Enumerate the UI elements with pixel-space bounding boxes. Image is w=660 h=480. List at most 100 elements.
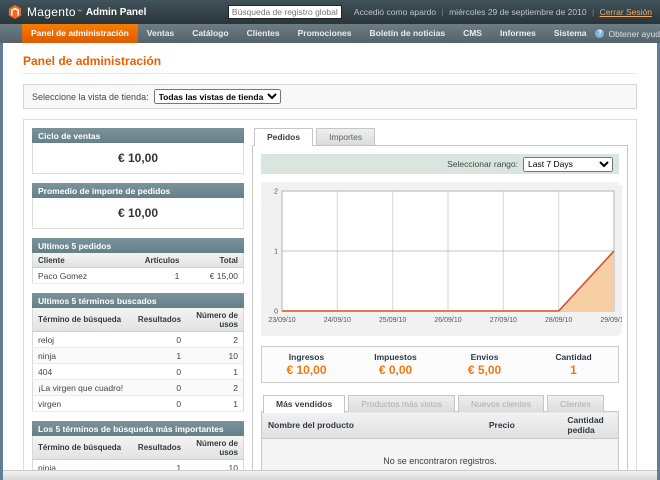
total-label: Ingresos [262, 352, 351, 362]
tab-diagram-0[interactable]: Pedidos [254, 128, 313, 146]
nav-item-1[interactable]: Ventas [138, 24, 183, 43]
nav-item-0[interactable]: Panel de administración [22, 24, 138, 43]
nav-item-6[interactable]: CMS [454, 24, 491, 43]
table-cell: 0 [133, 396, 186, 412]
help-icon: ? [595, 29, 604, 38]
help-link[interactable]: ? Obtener ayuda para esta página [595, 24, 660, 43]
widget-last-orders: Ultimos 5 pedidos ClienteArtículosTotalP… [32, 238, 244, 284]
table-cell: ninja [33, 348, 133, 364]
total-1: Impuestos€ 0,00 [351, 352, 440, 377]
logout-link[interactable]: Cerrar Sesión [600, 7, 652, 17]
column-header: Artículos [138, 253, 184, 268]
products-table: Nombre del productoPrecioCantidad pedida… [261, 411, 619, 470]
table-row[interactable]: ninja110 [33, 460, 244, 471]
table-cell: 0 [133, 332, 186, 348]
total-value: € 10,00 [262, 363, 351, 377]
page-title: Panel de administración [23, 54, 637, 68]
title-row: Panel de administración [23, 43, 637, 74]
table-cell: virgen [33, 396, 133, 412]
column-header: Total [184, 253, 243, 268]
table-cell: Paco Gomez [33, 268, 139, 284]
svg-text:27/09/10: 27/09/10 [490, 317, 517, 324]
table-row[interactable]: 40401 [33, 364, 244, 380]
total-value: 1 [529, 363, 618, 377]
nav-item-2[interactable]: Catálogo [183, 24, 237, 43]
logged-in-text: Accedió como apardo [354, 7, 436, 17]
total-2: Envios€ 5,00 [440, 352, 529, 377]
table-cell: 1 [138, 268, 184, 284]
range-bar: Seleccionar rango: Last 7 Days [261, 154, 619, 174]
svg-text:24/09/10: 24/09/10 [324, 317, 351, 324]
nav-item-8[interactable]: Sistema [545, 24, 596, 43]
total-value: € 5,00 [440, 363, 529, 377]
svg-text:1: 1 [274, 249, 278, 256]
orders-chart-svg: 01223/09/1024/09/1025/09/1026/09/1027/09… [264, 185, 622, 333]
widget-title: Ultimos 5 términos buscados [32, 293, 244, 308]
empty-message: No se encontraron registros. [262, 439, 619, 471]
svg-text:0: 0 [274, 309, 278, 316]
diagram-tabs: PedidosImportes [252, 128, 628, 145]
page-footer [3, 470, 657, 480]
nav-item-3[interactable]: Clientes [238, 24, 289, 43]
widget-title: Ultimos 5 pedidos [32, 238, 244, 253]
logo-text: Magento [27, 5, 76, 19]
logo-subtitle: Admin Panel [86, 7, 147, 18]
diagram-panel: Seleccionar rango: Last 7 Days 01223/09/… [252, 145, 628, 470]
total-label: Impuestos [351, 352, 440, 362]
separator: | [442, 7, 444, 17]
table-cell: 2 [186, 380, 243, 396]
nav-item-5[interactable]: Boletín de noticias [361, 24, 455, 43]
column-header: Cantidad pedida [561, 412, 618, 439]
table-row[interactable]: virgen01 [33, 396, 244, 412]
tab-grid-0[interactable]: Más vendidos [263, 395, 345, 413]
main-nav: Panel de administraciónVentasCatálogoCli… [0, 24, 660, 43]
table-cell: reloj [33, 332, 133, 348]
widget-title: Ciclo de ventas [32, 128, 244, 143]
tab-diagram-1[interactable]: Importes [316, 128, 375, 145]
nav-item-7[interactable]: Informes [491, 24, 545, 43]
svg-text:2: 2 [274, 189, 278, 196]
widget-average-orders: Promedio de importe de pedidos € 10,00 [32, 183, 244, 229]
range-label: Seleccionar rango: [447, 159, 518, 169]
widget-lifetime-sales: Ciclo de ventas € 10,00 [32, 128, 244, 174]
total-3: Cantidad1 [529, 352, 618, 377]
content-area: Panel de administración Seleccione la vi… [3, 43, 657, 470]
user-info: Accedió como apardo | miércoles 29 de se… [354, 7, 652, 17]
global-search-input[interactable] [228, 5, 342, 19]
table-row[interactable]: Paco Gomez1€ 15,00 [33, 268, 244, 284]
column-header: Término de búsqueda [33, 308, 133, 332]
totals-bar: Ingresos€ 10,00Impuestos€ 0,00Envios€ 5,… [261, 346, 619, 383]
table-cell: 1 [133, 460, 186, 471]
tab-grid-3: Clientes [547, 395, 604, 412]
table-cell: 404 [33, 364, 133, 380]
store-view-select[interactable]: Todas las vistas de tienda [154, 89, 281, 104]
tab-grid-2: Nuevos clientes [458, 395, 544, 412]
range-select[interactable]: Last 7 Days [523, 157, 613, 172]
column-header: Cliente [33, 253, 139, 268]
column-header: Término de búsqueda [33, 436, 133, 460]
magento-logo-icon [8, 5, 22, 19]
table-cell: 1 [186, 396, 243, 412]
column-header: Nombre del producto [262, 412, 483, 439]
total-value: € 0,00 [351, 363, 440, 377]
store-view-switcher: Seleccione la vista de tienda: Todas las… [23, 84, 637, 109]
last-search-terms-table: Término de búsquedaResultadosNúmero de u… [32, 308, 244, 412]
widget-title: Los 5 términos de búsqueda más important… [32, 421, 244, 436]
table-cell: 1 [186, 364, 243, 380]
widget-last-search-terms: Ultimos 5 términos buscados Término de b… [32, 293, 244, 412]
separator: | [592, 7, 594, 17]
table-row[interactable]: ninja110 [33, 348, 244, 364]
nav-item-4[interactable]: Promociones [289, 24, 361, 43]
table-cell: 0 [133, 364, 186, 380]
table-cell: 10 [186, 348, 243, 364]
top-search-terms-table: Término de búsquedaResultadosNúmero de u… [32, 436, 244, 470]
table-row[interactable]: reloj02 [33, 332, 244, 348]
table-row[interactable]: ¡La virgen que cuadro!02 [33, 380, 244, 396]
svg-text:26/09/10: 26/09/10 [434, 317, 461, 324]
table-cell: 2 [186, 332, 243, 348]
total-label: Cantidad [529, 352, 618, 362]
svg-text:25/09/10: 25/09/10 [379, 317, 406, 324]
total-label: Envios [440, 352, 529, 362]
column-header: Número de usos [186, 436, 243, 460]
grid-tabs: Más vendidosProductos más vistosNuevos c… [261, 395, 619, 412]
